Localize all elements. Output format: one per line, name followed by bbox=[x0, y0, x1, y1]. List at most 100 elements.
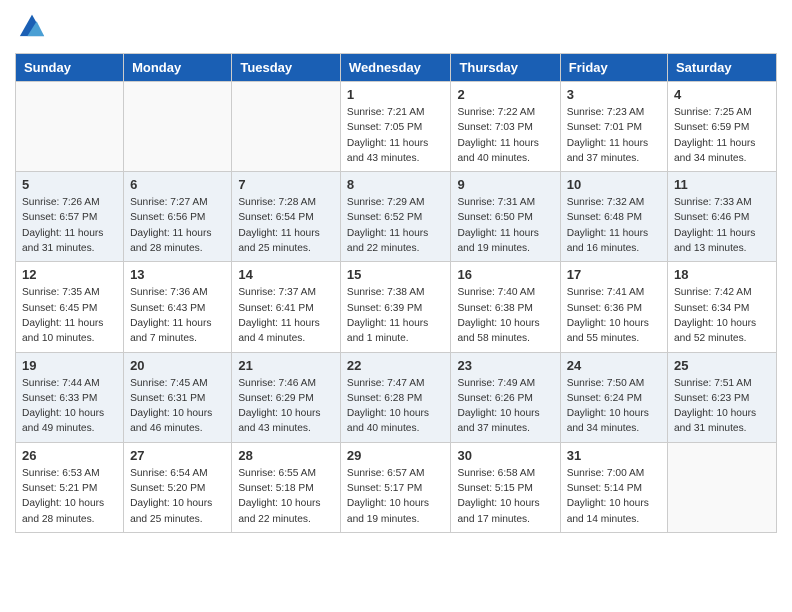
day-number: 9 bbox=[457, 177, 553, 192]
calendar-cell: 4 Sunrise: 7:25 AM Sunset: 6:59 PM Daylig… bbox=[668, 82, 777, 172]
day-number: 16 bbox=[457, 267, 553, 282]
day-number: 4 bbox=[674, 87, 770, 102]
day-number: 24 bbox=[567, 358, 661, 373]
calendar-header-monday: Monday bbox=[124, 54, 232, 82]
calendar-cell: 26 Sunrise: 6:53 AM Sunset: 5:21 PM Dayli… bbox=[16, 442, 124, 532]
calendar-cell: 12 Sunrise: 7:35 AM Sunset: 6:45 PM Dayli… bbox=[16, 262, 124, 352]
calendar-cell: 11 Sunrise: 7:33 AM Sunset: 6:46 PM Dayli… bbox=[668, 172, 777, 262]
header bbox=[15, 10, 777, 43]
day-info: Sunrise: 7:49 AM Sunset: 6:26 PM Dayligh… bbox=[457, 376, 553, 437]
day-number: 27 bbox=[130, 448, 225, 463]
day-number: 2 bbox=[457, 87, 553, 102]
calendar-header-saturday: Saturday bbox=[668, 54, 777, 82]
day-number: 23 bbox=[457, 358, 553, 373]
calendar-cell: 6Sunrise: 7:27 AM Sunset: 6:56 PM Daylig… bbox=[124, 172, 232, 262]
calendar-header-tuesday: Tuesday bbox=[232, 54, 341, 82]
day-number: 19 bbox=[22, 358, 117, 373]
day-info: Sunrise: 7:50 AM Sunset: 6:24 PM Dayligh… bbox=[567, 376, 661, 437]
day-number: 1 bbox=[347, 87, 445, 102]
day-number: 5 bbox=[22, 177, 117, 192]
calendar-cell: 7Sunrise: 7:28 AM Sunset: 6:54 PM Daylig… bbox=[232, 172, 341, 262]
day-info: Sunrise: 7:32 AM Sunset: 6:48 PM Dayligh… bbox=[567, 195, 661, 256]
calendar-cell: 29 Sunrise: 6:57 AM Sunset: 5:17 PM Dayli… bbox=[340, 442, 451, 532]
day-number: 21 bbox=[238, 358, 334, 373]
day-number: 22 bbox=[347, 358, 445, 373]
day-number: 25 bbox=[674, 358, 770, 373]
day-number: 20 bbox=[130, 358, 225, 373]
calendar-week-4: 19 Sunrise: 7:44 AM Sunset: 6:33 PM Dayli… bbox=[16, 352, 777, 442]
day-number: 11 bbox=[674, 177, 770, 192]
calendar-cell: 18Sunrise: 7:42 AM Sunset: 6:34 PM Dayli… bbox=[668, 262, 777, 352]
calendar-cell: 17 Sunrise: 7:41 AM Sunset: 6:36 PM Dayli… bbox=[560, 262, 667, 352]
calendar-header-thursday: Thursday bbox=[451, 54, 560, 82]
calendar-header-wednesday: Wednesday bbox=[340, 54, 451, 82]
calendar-cell bbox=[232, 82, 341, 172]
calendar-cell: 14 Sunrise: 7:37 AM Sunset: 6:41 PM Dayli… bbox=[232, 262, 341, 352]
day-info: Sunrise: 7:21 AM Sunset: 7:05 PM Dayligh… bbox=[347, 105, 445, 166]
calendar-cell: 21 Sunrise: 7:46 AM Sunset: 6:29 PM Dayli… bbox=[232, 352, 341, 442]
day-info: Sunrise: 6:57 AM Sunset: 5:17 PM Dayligh… bbox=[347, 466, 445, 527]
calendar-cell: 1 Sunrise: 7:21 AM Sunset: 7:05 PM Daylig… bbox=[340, 82, 451, 172]
day-info: Sunrise: 7:27 AM Sunset: 6:56 PM Dayligh… bbox=[130, 195, 225, 256]
calendar-header-friday: Friday bbox=[560, 54, 667, 82]
day-number: 13 bbox=[130, 267, 225, 282]
calendar-cell: 23 Sunrise: 7:49 AM Sunset: 6:26 PM Dayli… bbox=[451, 352, 560, 442]
calendar-cell bbox=[16, 82, 124, 172]
day-number: 12 bbox=[22, 267, 117, 282]
day-info: Sunrise: 7:26 AM Sunset: 6:57 PM Dayligh… bbox=[22, 195, 117, 256]
day-info: Sunrise: 7:22 AM Sunset: 7:03 PM Dayligh… bbox=[457, 105, 553, 166]
day-info: Sunrise: 7:46 AM Sunset: 6:29 PM Dayligh… bbox=[238, 376, 334, 437]
calendar-cell: 20Sunrise: 7:45 AM Sunset: 6:31 PM Dayli… bbox=[124, 352, 232, 442]
day-number: 29 bbox=[347, 448, 445, 463]
calendar-header-sunday: Sunday bbox=[16, 54, 124, 82]
calendar-cell: 19 Sunrise: 7:44 AM Sunset: 6:33 PM Dayli… bbox=[16, 352, 124, 442]
day-number: 15 bbox=[347, 267, 445, 282]
logo bbox=[15, 10, 46, 43]
day-number: 30 bbox=[457, 448, 553, 463]
day-info: Sunrise: 7:42 AM Sunset: 6:34 PM Dayligh… bbox=[674, 285, 770, 346]
calendar-cell: 3Sunrise: 7:23 AM Sunset: 7:01 PM Daylig… bbox=[560, 82, 667, 172]
day-info: Sunrise: 6:53 AM Sunset: 5:21 PM Dayligh… bbox=[22, 466, 117, 527]
day-info: Sunrise: 7:37 AM Sunset: 6:41 PM Dayligh… bbox=[238, 285, 334, 346]
calendar-cell: 8Sunrise: 7:29 AM Sunset: 6:52 PM Daylig… bbox=[340, 172, 451, 262]
day-info: Sunrise: 7:00 AM Sunset: 5:14 PM Dayligh… bbox=[567, 466, 661, 527]
day-number: 17 bbox=[567, 267, 661, 282]
calendar-cell bbox=[668, 442, 777, 532]
day-number: 8 bbox=[347, 177, 445, 192]
day-info: Sunrise: 7:25 AM Sunset: 6:59 PM Dayligh… bbox=[674, 105, 770, 166]
day-info: Sunrise: 7:23 AM Sunset: 7:01 PM Dayligh… bbox=[567, 105, 661, 166]
calendar-cell: 10Sunrise: 7:32 AM Sunset: 6:48 PM Dayli… bbox=[560, 172, 667, 262]
calendar-cell: 24 Sunrise: 7:50 AM Sunset: 6:24 PM Dayli… bbox=[560, 352, 667, 442]
calendar-cell: 5 Sunrise: 7:26 AM Sunset: 6:57 PM Daylig… bbox=[16, 172, 124, 262]
day-info: Sunrise: 7:36 AM Sunset: 6:43 PM Dayligh… bbox=[130, 285, 225, 346]
calendar-cell: 9 Sunrise: 7:31 AM Sunset: 6:50 PM Daylig… bbox=[451, 172, 560, 262]
day-info: Sunrise: 7:40 AM Sunset: 6:38 PM Dayligh… bbox=[457, 285, 553, 346]
day-info: Sunrise: 6:58 AM Sunset: 5:15 PM Dayligh… bbox=[457, 466, 553, 527]
calendar-week-3: 12 Sunrise: 7:35 AM Sunset: 6:45 PM Dayli… bbox=[16, 262, 777, 352]
day-number: 26 bbox=[22, 448, 117, 463]
day-info: Sunrise: 7:35 AM Sunset: 6:45 PM Dayligh… bbox=[22, 285, 117, 346]
logo-icon bbox=[18, 10, 46, 38]
calendar-cell: 28Sunrise: 6:55 AM Sunset: 5:18 PM Dayli… bbox=[232, 442, 341, 532]
calendar: SundayMondayTuesdayWednesdayThursdayFrid… bbox=[15, 53, 777, 533]
day-info: Sunrise: 7:31 AM Sunset: 6:50 PM Dayligh… bbox=[457, 195, 553, 256]
calendar-cell: 31Sunrise: 7:00 AM Sunset: 5:14 PM Dayli… bbox=[560, 442, 667, 532]
day-info: Sunrise: 7:33 AM Sunset: 6:46 PM Dayligh… bbox=[674, 195, 770, 256]
day-number: 7 bbox=[238, 177, 334, 192]
day-info: Sunrise: 7:38 AM Sunset: 6:39 PM Dayligh… bbox=[347, 285, 445, 346]
calendar-cell: 27Sunrise: 6:54 AM Sunset: 5:20 PM Dayli… bbox=[124, 442, 232, 532]
calendar-cell: 13 Sunrise: 7:36 AM Sunset: 6:43 PM Dayli… bbox=[124, 262, 232, 352]
calendar-cell: 15 Sunrise: 7:38 AM Sunset: 6:39 PM Dayli… bbox=[340, 262, 451, 352]
calendar-cell: 25 Sunrise: 7:51 AM Sunset: 6:23 PM Dayli… bbox=[668, 352, 777, 442]
day-number: 14 bbox=[238, 267, 334, 282]
calendar-cell: 2 Sunrise: 7:22 AM Sunset: 7:03 PM Daylig… bbox=[451, 82, 560, 172]
calendar-cell: 30 Sunrise: 6:58 AM Sunset: 5:15 PM Dayli… bbox=[451, 442, 560, 532]
day-info: Sunrise: 7:44 AM Sunset: 6:33 PM Dayligh… bbox=[22, 376, 117, 437]
calendar-header-row: SundayMondayTuesdayWednesdayThursdayFrid… bbox=[16, 54, 777, 82]
day-info: Sunrise: 7:41 AM Sunset: 6:36 PM Dayligh… bbox=[567, 285, 661, 346]
calendar-cell: 16 Sunrise: 7:40 AM Sunset: 6:38 PM Dayli… bbox=[451, 262, 560, 352]
calendar-week-2: 5 Sunrise: 7:26 AM Sunset: 6:57 PM Daylig… bbox=[16, 172, 777, 262]
calendar-cell bbox=[124, 82, 232, 172]
day-info: Sunrise: 7:51 AM Sunset: 6:23 PM Dayligh… bbox=[674, 376, 770, 437]
day-number: 28 bbox=[238, 448, 334, 463]
